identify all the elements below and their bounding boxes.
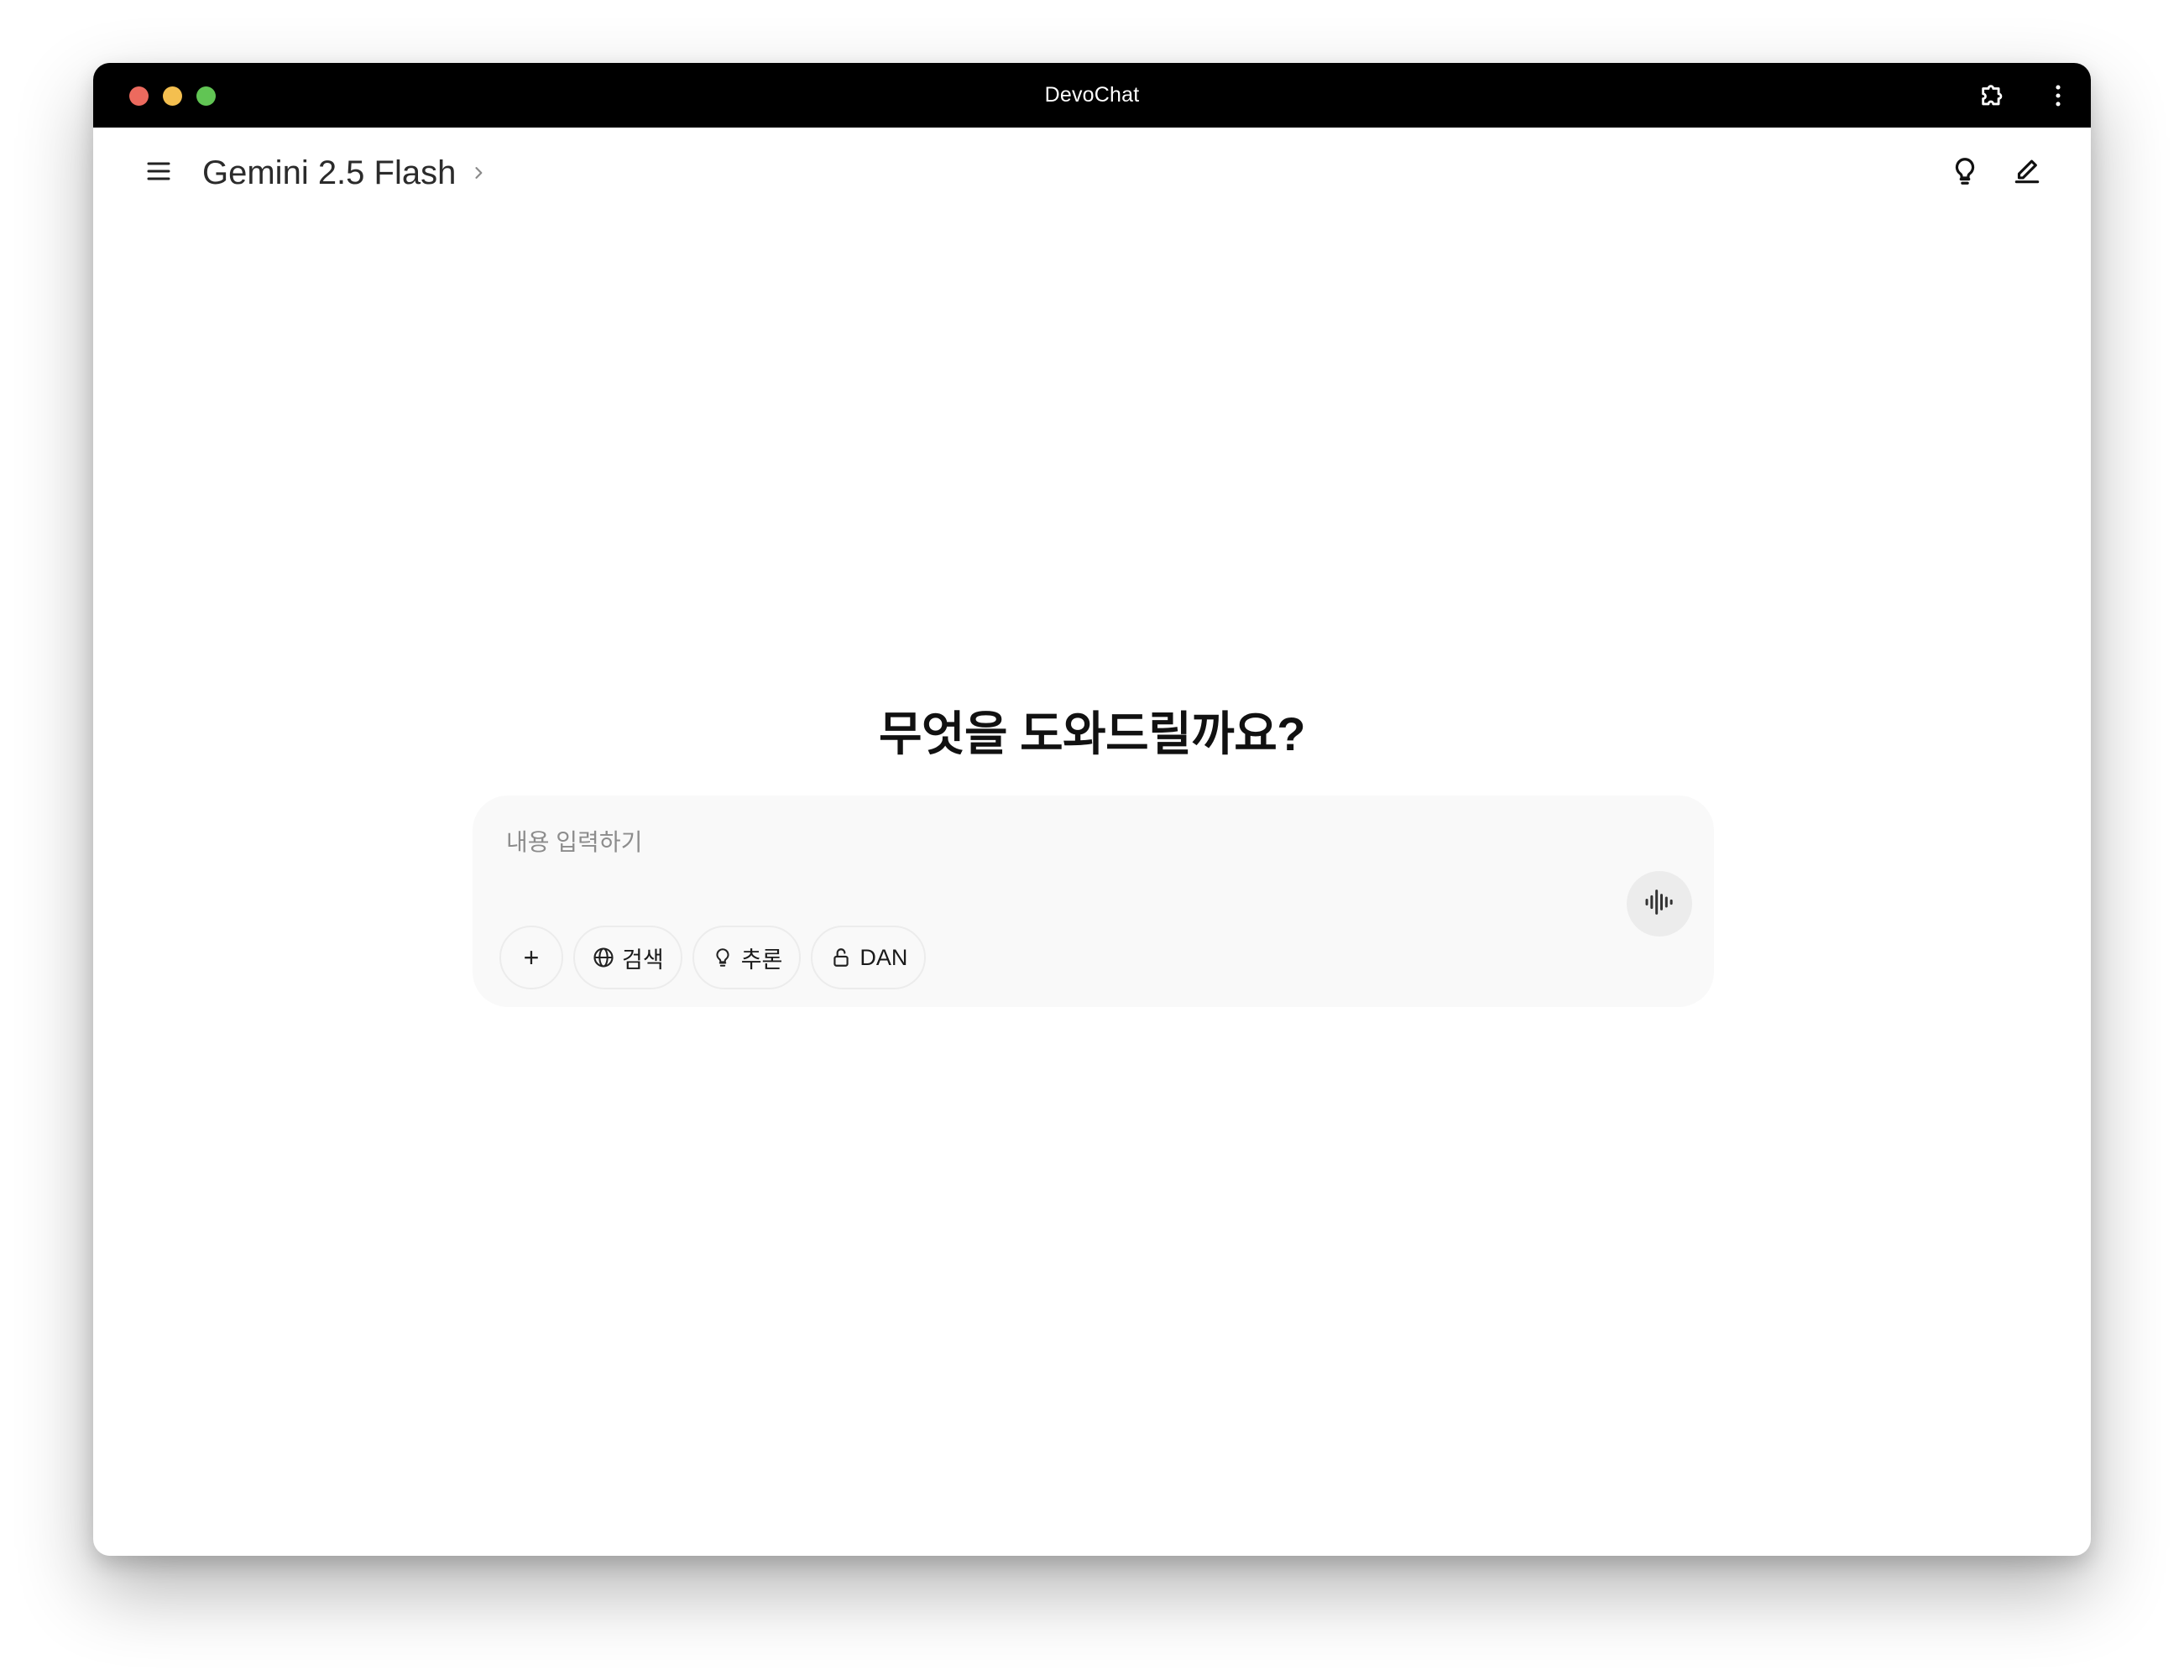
extensions-button[interactable] bbox=[1977, 80, 2009, 112]
composer-toolbar: + 검색 추론 DAN bbox=[499, 926, 927, 989]
title-bar: DevoChat bbox=[93, 63, 2091, 128]
audio-waveform-icon bbox=[1643, 885, 1676, 923]
new-chat-button[interactable] bbox=[2007, 153, 2047, 193]
more-vertical-icon bbox=[2044, 81, 2072, 110]
more-options-button[interactable] bbox=[2042, 80, 2074, 112]
dan-toggle-button[interactable]: DAN bbox=[811, 926, 927, 989]
edit-pencil-icon bbox=[2011, 155, 2043, 191]
model-name-label: Gemini 2.5 Flash bbox=[202, 154, 457, 191]
reasoning-toggle-button[interactable] bbox=[1945, 153, 1985, 193]
search-toggle-button[interactable]: 검색 bbox=[573, 926, 682, 989]
lightbulb-icon bbox=[711, 946, 734, 969]
globe-icon bbox=[592, 946, 615, 969]
app-header: Gemini 2.5 Flash bbox=[93, 128, 2091, 218]
hamburger-icon bbox=[144, 156, 174, 190]
add-attachment-button[interactable]: + bbox=[499, 926, 563, 989]
voice-input-button[interactable] bbox=[1627, 871, 1692, 937]
search-chip-label: 검색 bbox=[622, 947, 664, 973]
reasoning-chip-label: 추론 bbox=[740, 947, 783, 973]
plus-label: + bbox=[523, 942, 540, 973]
message-composer: + 검색 추론 bbox=[473, 796, 1714, 1007]
greeting-heading: 무엇을 도와드릴까요? bbox=[879, 707, 1305, 760]
lightbulb-icon bbox=[1949, 155, 1981, 191]
unlock-icon bbox=[829, 946, 853, 969]
chevron-right-icon bbox=[469, 164, 488, 182]
app-window: DevoChat Gemini 2.5 Flash 무엇을 도와드릴까요? 내용… bbox=[93, 63, 2091, 1556]
sidebar-toggle-button[interactable] bbox=[140, 154, 177, 191]
message-input[interactable] bbox=[504, 825, 1599, 860]
dan-chip-label: DAN bbox=[859, 944, 908, 970]
reasoning-chip-button[interactable]: 추론 bbox=[692, 926, 802, 989]
puzzle-icon bbox=[1978, 81, 2007, 110]
window-title: DevoChat bbox=[1044, 83, 1140, 107]
model-selector[interactable]: Gemini 2.5 Flash bbox=[202, 151, 488, 195]
